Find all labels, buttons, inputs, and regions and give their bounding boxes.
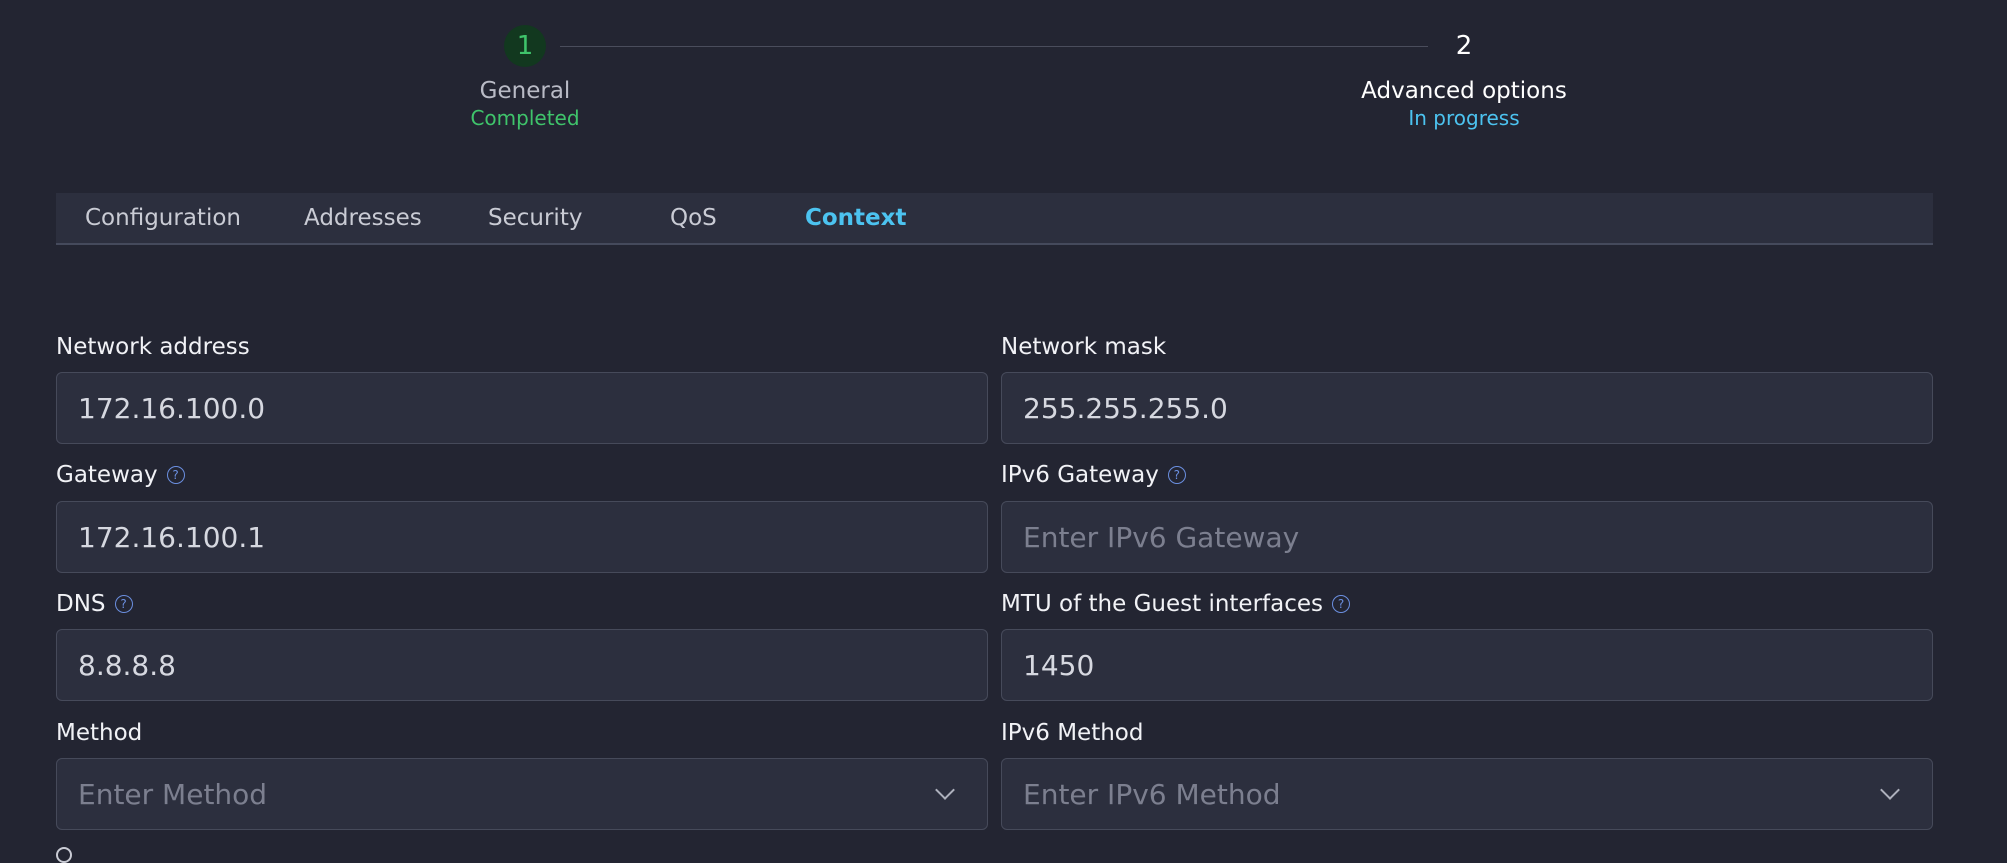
network-address-label: Network address: [56, 333, 250, 361]
step-number-badge: 2: [1455, 31, 1473, 61]
ipv6-method-select-placeholder: Enter IPv6 Method: [1023, 777, 1281, 811]
ipv6-gateway-input[interactable]: [1001, 501, 1933, 573]
chevron-down-icon: [935, 780, 955, 800]
help-circle-icon[interactable]: ?: [1167, 466, 1186, 484]
step-title: General: [479, 78, 571, 104]
dns-input[interactable]: [56, 629, 988, 701]
method-label: Method: [56, 719, 142, 747]
step-status: In progress: [1408, 106, 1520, 130]
method-select-placeholder: Enter Method: [78, 777, 268, 811]
method-select[interactable]: Enter Method: [56, 758, 988, 830]
tab-bar: Configuration Addresses Security QoS Con…: [56, 193, 1933, 245]
method-label-text: Method: [56, 720, 143, 746]
gateway-label: Gateway ?: [56, 461, 185, 489]
mtu-input[interactable]: [1001, 629, 1933, 701]
tab-qos[interactable]: QoS: [670, 193, 717, 243]
ipv6-method-label-text: IPv6 Method: [1001, 720, 1144, 746]
stepper-connector-line: [560, 46, 1428, 47]
step-number-badge: 1: [504, 25, 546, 67]
network-address-label-text: Network address: [56, 334, 250, 360]
tab-addresses[interactable]: Addresses: [304, 193, 422, 243]
step-status: Completed: [470, 106, 580, 130]
help-circle-icon[interactable]: ?: [114, 595, 133, 613]
tab-configuration[interactable]: Configuration: [85, 193, 241, 243]
dns-label: DNS ?: [56, 590, 133, 618]
ipv6-method-select[interactable]: Enter IPv6 Method: [1001, 758, 1933, 830]
mtu-label: MTU of the Guest interfaces ?: [1001, 590, 1350, 618]
step-advanced-options[interactable]: 2 Advanced options In progress: [1314, 25, 1614, 131]
mtu-label-text: MTU of the Guest interfaces: [1001, 591, 1323, 617]
chevron-down-icon: [1880, 780, 1900, 800]
network-mask-input[interactable]: [1001, 372, 1933, 444]
network-address-input[interactable]: [56, 372, 988, 444]
ipv6-gateway-label-text: IPv6 Gateway: [1001, 462, 1159, 488]
ipv6-gateway-label: IPv6 Gateway ?: [1001, 461, 1186, 489]
wizard-stepper: 1 General Completed 2 Advanced options I…: [0, 0, 2007, 150]
step-title: Advanced options: [1361, 78, 1567, 104]
dns-label-text: DNS: [56, 591, 106, 617]
radio-button[interactable]: [56, 847, 72, 863]
ipv6-method-label: IPv6 Method: [1001, 719, 1143, 747]
gateway-input[interactable]: [56, 501, 988, 573]
network-mask-label: Network mask: [1001, 333, 1166, 361]
network-mask-label-text: Network mask: [1001, 334, 1167, 360]
tab-security[interactable]: Security: [488, 193, 582, 243]
help-circle-icon[interactable]: ?: [166, 466, 185, 484]
help-circle-icon[interactable]: ?: [1332, 595, 1350, 613]
step-general[interactable]: 1 General Completed: [425, 25, 625, 131]
gateway-label-text: Gateway: [56, 462, 158, 488]
tab-context[interactable]: Context: [805, 193, 906, 243]
